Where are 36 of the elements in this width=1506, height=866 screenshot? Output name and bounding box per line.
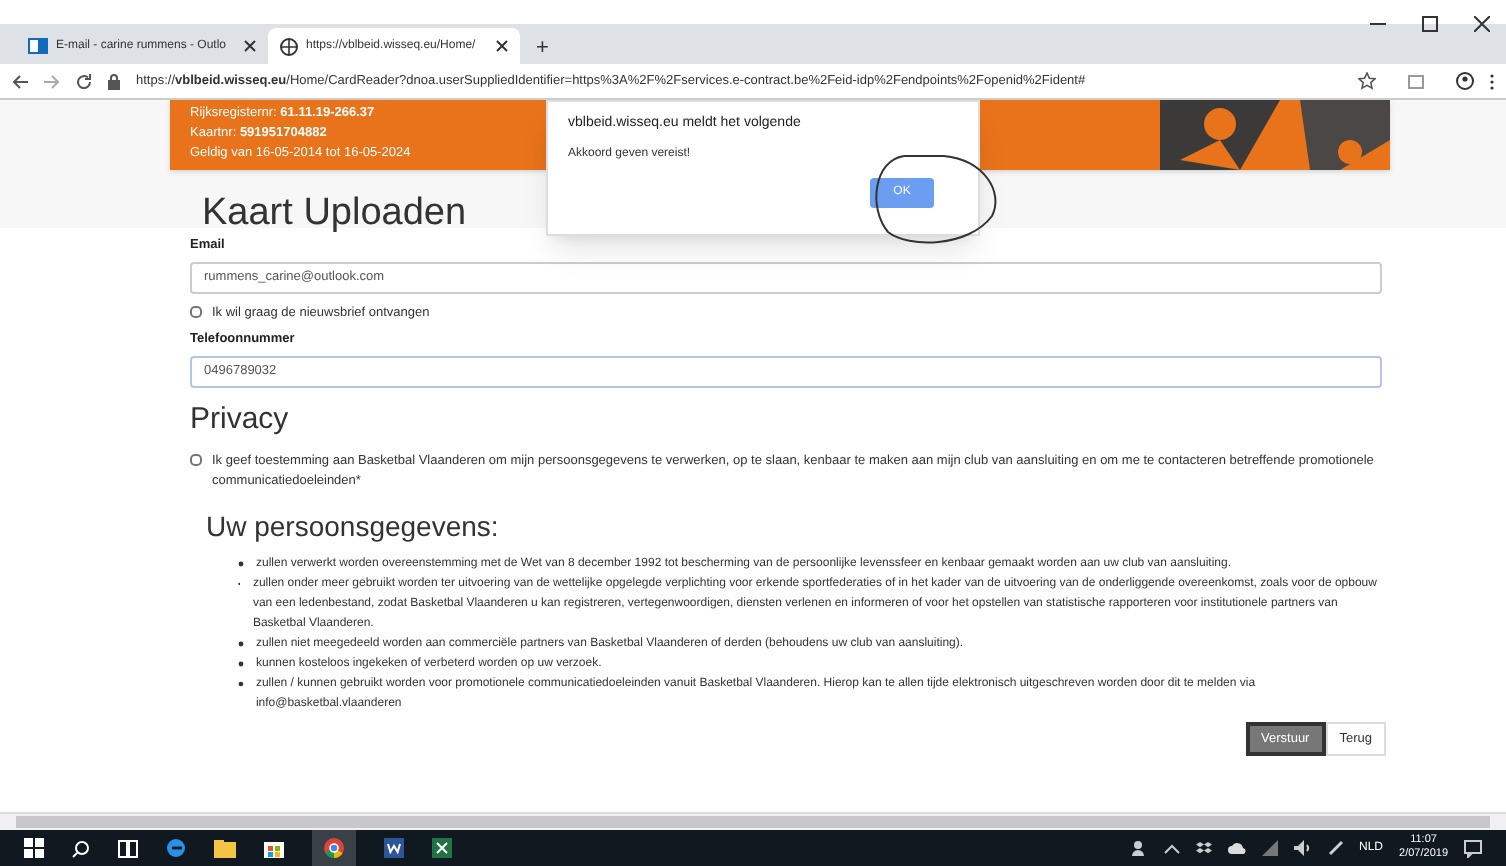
windows-icon[interactable]	[24, 838, 44, 858]
back-icon[interactable]	[12, 73, 28, 89]
cloud-icon[interactable]	[1227, 842, 1246, 854]
horizontal-scrollbar[interactable]	[0, 812, 1506, 830]
maximize-icon[interactable]	[1422, 16, 1438, 32]
word-icon[interactable]	[384, 838, 404, 858]
task-view-icon[interactable]	[118, 839, 138, 857]
close-icon[interactable]	[244, 40, 256, 52]
mail-icon	[28, 38, 48, 54]
notification-icon[interactable]	[1464, 839, 1482, 857]
dropbox-icon[interactable]	[1195, 841, 1212, 855]
chrome-taskbar-button[interactable]	[312, 830, 356, 866]
chevron-up-icon[interactable]	[1163, 843, 1180, 853]
account-icon[interactable]	[1456, 72, 1474, 90]
search-icon[interactable]	[72, 839, 90, 857]
store-icon[interactable]	[264, 838, 284, 858]
chrome-icon	[324, 838, 344, 858]
section-heading: Privacy	[190, 399, 291, 439]
page-title: Kaart Uploaden	[202, 190, 467, 238]
speaker-icon[interactable]	[1293, 840, 1312, 856]
edge-icon[interactable]	[166, 838, 186, 858]
close-icon[interactable]	[496, 40, 508, 52]
scrollbar-thumb[interactable]	[16, 816, 1490, 828]
folder-icon[interactable]	[214, 839, 236, 857]
new-tab-button[interactable]: +	[520, 31, 565, 64]
person-icon[interactable]	[1131, 840, 1148, 856]
globe-icon	[280, 37, 298, 55]
close-icon[interactable]	[1474, 16, 1490, 32]
excel-icon[interactable]	[432, 838, 452, 858]
extension-icon[interactable]	[1408, 73, 1424, 89]
star-icon[interactable]	[1358, 72, 1376, 90]
pen-icon[interactable]	[1327, 840, 1344, 856]
lock-icon	[108, 73, 120, 89]
reload-icon[interactable]	[76, 73, 92, 89]
network-icon[interactable]	[1261, 840, 1278, 856]
section-heading: Uw persoonsgegevens:	[206, 508, 501, 546]
